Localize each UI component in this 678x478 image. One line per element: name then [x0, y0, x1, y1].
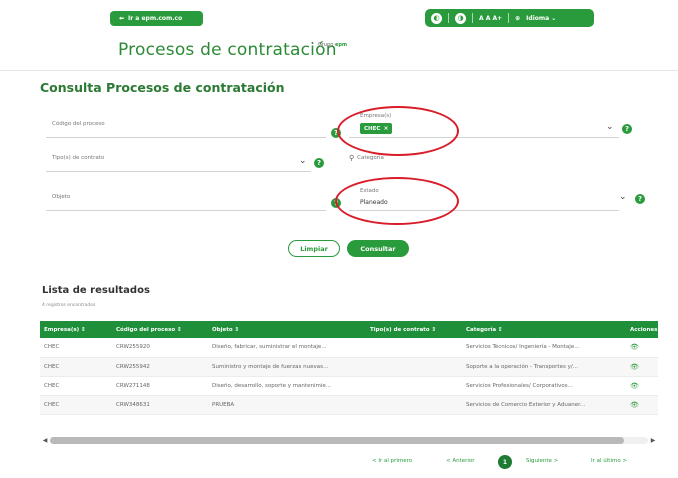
next-page-link[interactable]: Siguiente >: [526, 458, 558, 464]
view-action[interactable]: 👁: [626, 376, 658, 396]
globe-icon: ⊕: [515, 14, 521, 22]
cell-objeto: Suministro y montaje de fuerzas nuevas..…: [208, 357, 366, 377]
first-page-link[interactable]: < Ir al primero: [372, 458, 412, 464]
cell-tipo: [366, 338, 462, 358]
search-icon: ⚲: [349, 154, 355, 162]
divider: [472, 13, 473, 23]
arrow-left-icon: ⬅: [119, 15, 125, 22]
help-icon[interactable]: ?: [635, 194, 645, 204]
results-table: Empresa(s) ⇕ Código del proceso ⇕ Objeto…: [40, 321, 658, 433]
scroll-right-icon[interactable]: ▶: [648, 437, 658, 444]
cell-empresa: CHEC: [40, 338, 112, 358]
eye-icon[interactable]: 👁: [630, 343, 639, 351]
objeto-field[interactable]: Objeto: [52, 194, 70, 200]
codigo-field[interactable]: Código del proceso: [52, 121, 105, 127]
cell-categoria: Soporte a la operación - Transportes y/.…: [462, 357, 626, 377]
cell-tipo: [366, 376, 462, 396]
cell-objeto: Diseño, desarrollo, soporte y mantenimie…: [208, 376, 366, 396]
divider: [448, 13, 449, 23]
column-header-objeto[interactable]: Objeto ⇕: [208, 321, 366, 338]
cell-codigo: CRW271148: [112, 376, 208, 396]
cell-objeto: Diseño, fabricar, suministrar el montaje…: [208, 338, 366, 358]
page: ⬅ Ir a epm.com.co ◐ ◑ A A A+ ⊕ Idioma ⌄ …: [0, 0, 678, 478]
help-icon[interactable]: ?: [314, 158, 324, 168]
cell-categoria: Servicios Técnicos/ Ingeniería - Montaje…: [462, 338, 626, 358]
results-title: Lista de resultados: [42, 285, 150, 296]
column-header-empresa[interactable]: Empresa(s) ⇕: [40, 321, 112, 338]
brand-logo: Grupo epm: [318, 42, 347, 48]
table-row: CHEC CRW255920 Diseño, fabricar, suminis…: [40, 338, 658, 358]
chevron-down-icon[interactable]: ⌄: [619, 193, 627, 202]
table-row: CHEC CRW348631 PRUEBA Servicios de Comer…: [40, 395, 658, 415]
clear-button[interactable]: Limpiar: [288, 240, 340, 257]
annotation-ellipse-empresa: [337, 106, 459, 156]
dark-mode-icon[interactable]: ◑: [455, 12, 466, 24]
brand-name: epm: [334, 42, 348, 48]
cell-tipo: [366, 395, 462, 415]
font-size-controls[interactable]: A A A+: [479, 15, 502, 22]
cell-tipo: [366, 357, 462, 377]
current-page[interactable]: 1: [498, 455, 512, 469]
column-header-tipo[interactable]: Tipo(s) de contrato ⇕: [366, 321, 462, 338]
back-label: Ir a epm.com.co: [128, 15, 183, 22]
annotation-ellipse-estado: [335, 177, 459, 225]
cell-empresa: CHEC: [40, 395, 112, 415]
cell-categoria: Servicios de Comercio Exterior y Aduaner…: [462, 395, 626, 415]
contrast-icon[interactable]: ◐: [431, 12, 442, 24]
scroll-left-icon[interactable]: ◀: [40, 437, 50, 444]
back-to-epm-button[interactable]: ⬅ Ir a epm.com.co: [110, 11, 203, 26]
cell-codigo: CRW348631: [112, 395, 208, 415]
column-header-acciones: Acciones: [626, 321, 658, 338]
page-title: Consulta Procesos de contratación: [40, 80, 285, 95]
cell-objeto: PRUEBA: [208, 395, 366, 415]
eye-icon[interactable]: 👁: [630, 363, 639, 371]
language-selector[interactable]: Idioma ⌄: [526, 15, 556, 22]
help-icon[interactable]: ?: [622, 124, 632, 134]
brand-prefix: Grupo: [318, 42, 334, 48]
field-underline: [46, 210, 326, 211]
field-underline: [46, 137, 326, 138]
field-underline: [46, 171, 311, 172]
cell-empresa: CHEC: [40, 376, 112, 396]
app-title: Procesos de contratación: [118, 40, 337, 60]
cell-codigo: CRW255920: [112, 338, 208, 358]
table-row: CHEC CRW255942 Suministro y montaje de f…: [40, 357, 658, 377]
table-header-row: Empresa(s) ⇕ Código del proceso ⇕ Objeto…: [40, 321, 658, 338]
eye-icon[interactable]: 👁: [630, 401, 639, 409]
header-divider: [0, 70, 678, 71]
chevron-down-icon[interactable]: ⌄: [299, 157, 307, 166]
cell-categoria: Servicios Profesionales/ Corporativos...: [462, 376, 626, 396]
view-action[interactable]: 👁: [626, 357, 658, 377]
scroll-thumb[interactable]: [50, 436, 625, 444]
results-count: 4 registros encontrados: [42, 303, 96, 308]
divider: [508, 13, 510, 23]
view-action[interactable]: 👁: [626, 395, 658, 415]
cell-codigo: CRW255942: [112, 357, 208, 377]
scroll-track[interactable]: [50, 436, 648, 444]
eye-icon[interactable]: 👁: [630, 382, 639, 390]
view-action[interactable]: 👁: [626, 338, 658, 358]
accessibility-bar: ◐ ◑ A A A+ ⊕ Idioma ⌄: [425, 9, 594, 27]
last-page-link[interactable]: Ir al último >: [591, 458, 627, 464]
horizontal-scrollbar[interactable]: ◀ ▶: [40, 435, 658, 445]
table-row: CHEC CRW271148 Diseño, desarrollo, sopor…: [40, 376, 658, 396]
column-header-categoria[interactable]: Categoría ⇕: [462, 321, 626, 338]
chevron-down-icon[interactable]: ⌄: [606, 123, 614, 132]
tipo-contrato-field[interactable]: Tipo(s) de contrato: [52, 155, 104, 161]
search-button[interactable]: Consultar: [347, 240, 409, 257]
column-header-codigo[interactable]: Código del proceso ⇕: [112, 321, 208, 338]
prev-page-link[interactable]: < Anterior: [446, 458, 475, 464]
cell-empresa: CHEC: [40, 357, 112, 377]
